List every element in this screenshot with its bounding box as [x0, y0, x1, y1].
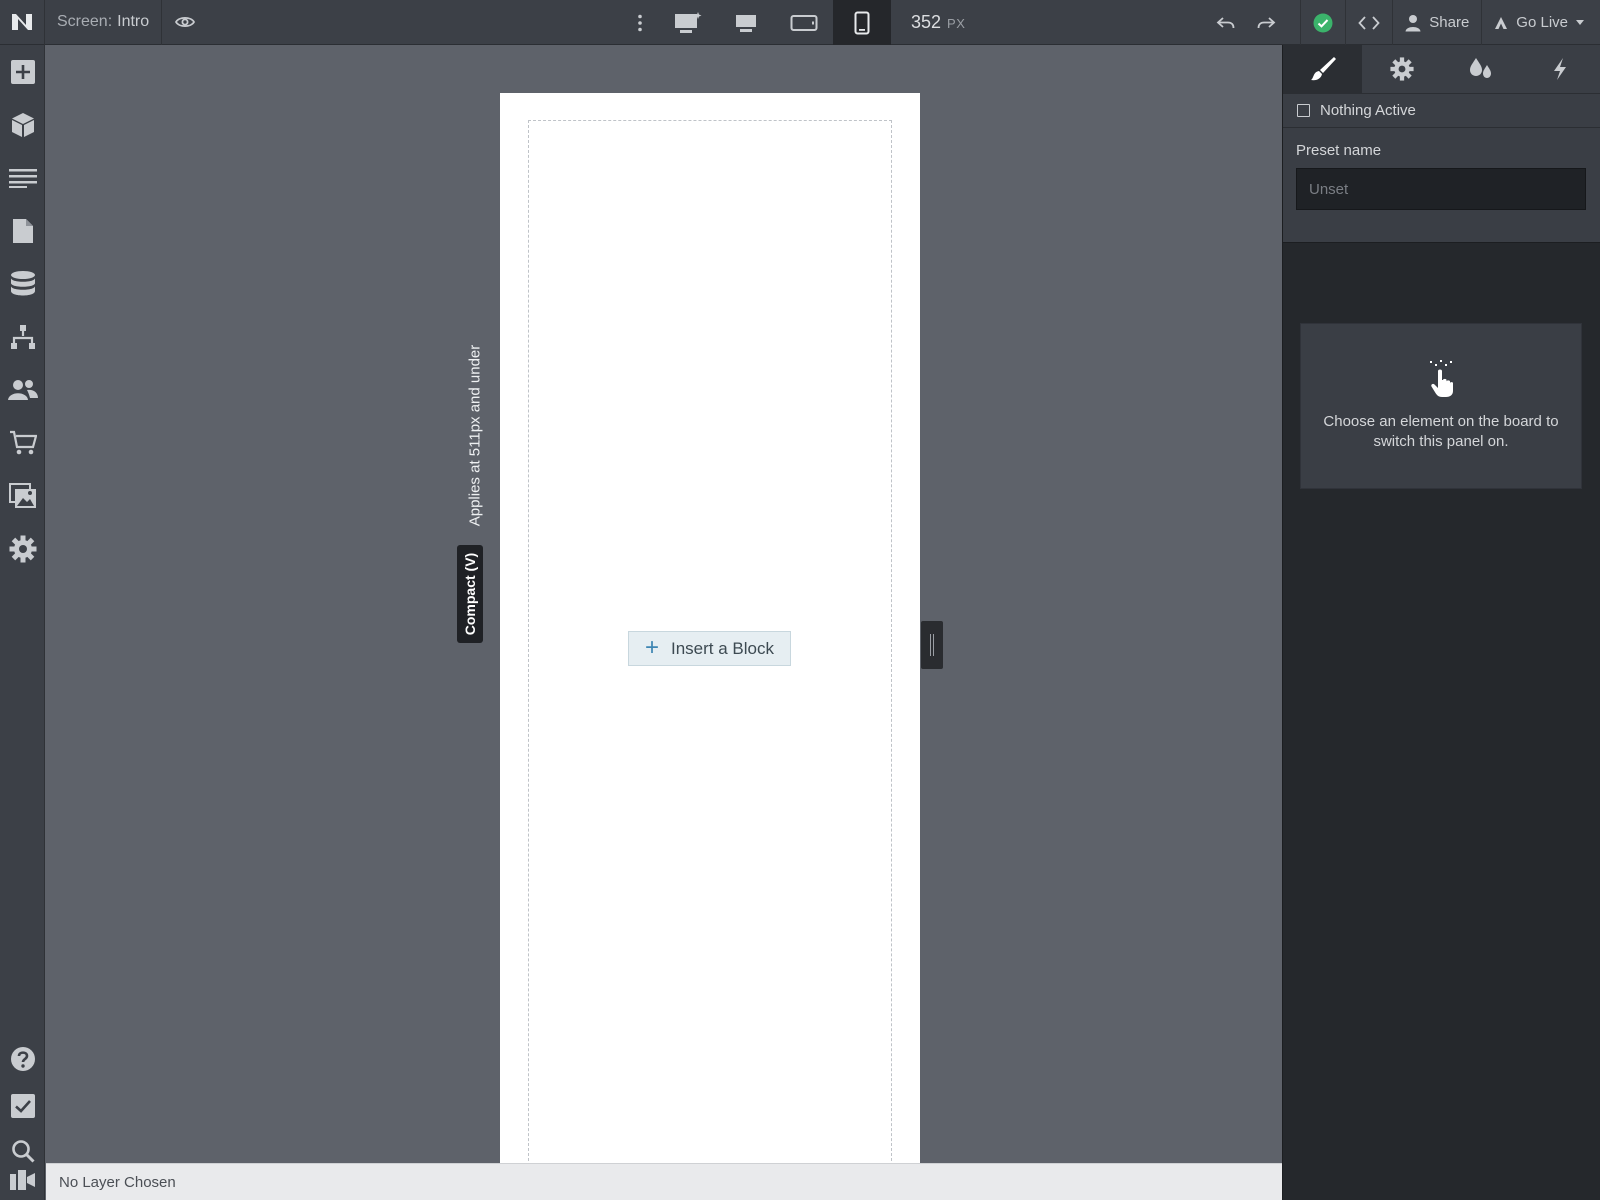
- canvas-resize-handle[interactable]: [921, 621, 943, 669]
- style-panel: Nothing Active Preset name Choose an ele…: [1282, 45, 1600, 1200]
- device-desktop-button[interactable]: [717, 0, 775, 45]
- more-options-button[interactable]: [621, 0, 659, 45]
- drops-icon: [1470, 58, 1492, 78]
- nothing-active-label: Nothing Active: [1320, 102, 1416, 119]
- desktop-large-icon: [675, 11, 702, 33]
- redo-button[interactable]: [1246, 0, 1300, 45]
- phone-icon: [854, 11, 870, 34]
- database-icon: [10, 271, 35, 296]
- code-button[interactable]: [1345, 0, 1392, 45]
- device-phone-button[interactable]: [833, 0, 891, 45]
- tap-hand-icon: [1430, 360, 1453, 397]
- screen-name: Intro: [117, 13, 150, 30]
- sidebar-assets-button[interactable]: [0, 472, 45, 520]
- device-tablet-button[interactable]: [775, 0, 833, 45]
- logo[interactable]: [0, 0, 45, 45]
- cube-icon: [11, 113, 34, 137]
- preset-section: Preset name: [1283, 128, 1600, 243]
- brush-icon: [1310, 57, 1336, 81]
- help-icon: [10, 1047, 35, 1071]
- add-icon: [10, 60, 35, 84]
- video-icon: [9, 1170, 35, 1190]
- breakpoint-tag[interactable]: Compact (V): [457, 545, 483, 643]
- redo-icon: [1257, 16, 1276, 28]
- selector-row[interactable]: Nothing Active: [1283, 93, 1600, 128]
- tab-settings[interactable]: [1362, 45, 1441, 93]
- sidebar-users-button[interactable]: [0, 366, 45, 414]
- menu-lines-icon: [8, 169, 37, 188]
- width-readout[interactable]: 352 PX: [911, 12, 965, 33]
- grip-line: [933, 634, 934, 656]
- sidebar-flow-button[interactable]: [0, 313, 45, 361]
- logo-icon: [12, 14, 32, 30]
- preset-name-label: Preset name: [1296, 142, 1382, 159]
- tablet-icon: [790, 14, 818, 31]
- tab-interactions[interactable]: [1521, 45, 1600, 93]
- sidebar-pages-button[interactable]: [0, 207, 45, 255]
- kebab-icon: [638, 14, 642, 31]
- sidebar-navigator-button[interactable]: [0, 154, 45, 202]
- sidebar-components-button[interactable]: [0, 101, 45, 149]
- breakpoint-applies-label: Applies at 511px and under: [462, 333, 488, 538]
- cart-icon: [9, 430, 37, 455]
- plus-icon: +: [644, 633, 659, 661]
- share-button[interactable]: Share: [1392, 0, 1481, 45]
- code-icon: [1358, 15, 1380, 30]
- caret-down-icon: [1576, 19, 1584, 25]
- status-indicator[interactable]: [1300, 0, 1345, 45]
- flow-icon: [10, 325, 35, 349]
- nothing-active-checkbox[interactable]: [1297, 104, 1310, 117]
- breakpoint-name: Compact (V): [462, 552, 479, 636]
- tab-style-manager[interactable]: [1442, 45, 1521, 93]
- checklist-icon: [10, 1094, 35, 1118]
- gear-icon: [1390, 57, 1414, 81]
- device-desktop-large-button[interactable]: [659, 0, 717, 45]
- page-icon: [12, 219, 33, 243]
- width-unit: PX: [947, 16, 966, 31]
- sidebar-ecommerce-button[interactable]: [0, 419, 45, 467]
- share-label: Share: [1429, 14, 1470, 31]
- empty-state-card: Choose an element on the board to switch…: [1300, 323, 1582, 489]
- users-icon: [7, 380, 38, 400]
- tab-style[interactable]: [1283, 45, 1363, 93]
- left-sidebar: [0, 45, 45, 1200]
- status-bar: No Layer Chosen: [46, 1163, 1282, 1200]
- empty-state-message: Choose an element on the board to switch…: [1323, 413, 1559, 450]
- insert-block-button[interactable]: + Insert a Block: [628, 631, 791, 666]
- undo-button[interactable]: [1206, 0, 1246, 45]
- insert-block-label: Insert a Block: [671, 638, 774, 658]
- bolt-icon: [1554, 58, 1567, 80]
- eye-icon: [175, 16, 196, 28]
- sidebar-database-button[interactable]: [0, 260, 45, 308]
- top-right-actions: Share Go Live: [1206, 0, 1600, 45]
- sidebar-help-button[interactable]: [0, 1035, 45, 1083]
- go-live-label: Go Live: [1516, 14, 1568, 31]
- width-value: 352: [911, 12, 942, 32]
- desktop-icon: [736, 14, 756, 32]
- user-icon: [1405, 14, 1421, 31]
- sidebar-audit-button[interactable]: [0, 1082, 45, 1130]
- design-canvas[interactable]: Applies at 511px and under Compact (V) +…: [46, 45, 1282, 1200]
- preview-button[interactable]: [162, 0, 208, 45]
- sidebar-add-button[interactable]: [0, 48, 45, 96]
- device-toolbar: 352 PX: [621, 0, 965, 45]
- preset-name-input[interactable]: [1296, 168, 1586, 210]
- breakpoint-applies-text: Applies at 511px and under: [466, 344, 484, 527]
- settings-icon: [9, 535, 36, 563]
- media-icon: [8, 483, 36, 508]
- panel-tabs: [1283, 45, 1600, 93]
- sidebar-video-button[interactable]: [0, 1155, 45, 1200]
- check-circle-icon: [1313, 13, 1333, 32]
- go-live-button[interactable]: Go Live: [1481, 0, 1600, 45]
- sidebar-settings-button[interactable]: [0, 525, 45, 573]
- screen-label: Screen:: [57, 13, 113, 30]
- layer-status: No Layer Chosen: [59, 1173, 176, 1191]
- golive-icon: [1495, 16, 1508, 29]
- grip-line: [930, 634, 931, 656]
- screen-selector[interactable]: Screen: Intro: [45, 0, 163, 45]
- top-bar: Screen: Intro 352 PX Share Go Live: [0, 0, 1600, 45]
- undo-icon: [1216, 16, 1235, 28]
